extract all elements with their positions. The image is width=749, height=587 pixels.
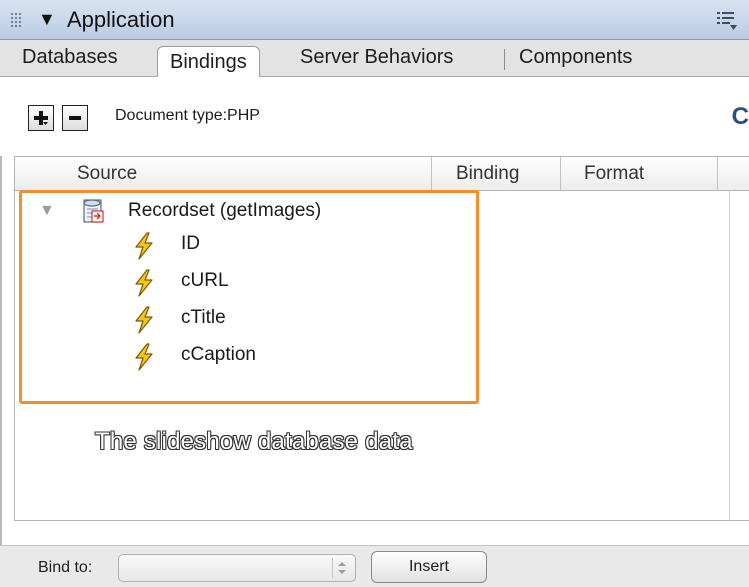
- tab-components[interactable]: Components: [519, 46, 632, 69]
- bindings-toolbar: Document type:PHP C: [0, 77, 749, 156]
- panel-title: Application: [67, 7, 175, 32]
- insert-button[interactable]: Insert: [371, 551, 487, 583]
- tab-bindings[interactable]: Bindings: [157, 46, 260, 78]
- annotation-highlight-box: [19, 190, 479, 404]
- remove-binding-button[interactable]: [62, 105, 88, 131]
- annotation-caption: The slideshow database data: [95, 428, 413, 455]
- add-binding-button[interactable]: [28, 105, 54, 131]
- tab-bar: Databases Bindings Server Behaviors Comp…: [0, 40, 749, 78]
- collapse-triangle-icon[interactable]: ▼: [38, 9, 56, 30]
- tab-separator: [504, 49, 505, 70]
- plus-icon: [34, 111, 48, 125]
- column-format[interactable]: Format: [584, 163, 644, 185]
- column-source[interactable]: Source: [77, 163, 137, 185]
- bind-to-select[interactable]: [118, 554, 356, 582]
- document-type-label: Document type:PHP: [115, 107, 260, 124]
- stepper-arrows-icon: [332, 558, 351, 578]
- minus-icon: [69, 116, 81, 120]
- panel-grip-icon[interactable]: [10, 12, 22, 28]
- column-binding[interactable]: Binding: [456, 163, 519, 185]
- column-separator[interactable]: [717, 157, 718, 190]
- column-separator[interactable]: [431, 157, 432, 190]
- refresh-icon[interactable]: C: [732, 103, 749, 131]
- bind-bar: Bind to: Insert: [0, 545, 749, 587]
- tab-server-behaviors[interactable]: Server Behaviors: [300, 46, 453, 69]
- column-separator[interactable]: [560, 157, 561, 190]
- panel-title-bar[interactable]: ▼ Application: [0, 0, 749, 40]
- table-divider: [729, 191, 730, 521]
- options-menu-icon[interactable]: [715, 9, 739, 31]
- column-header-row: Source Binding Format: [15, 157, 749, 191]
- bind-to-label: Bind to:: [38, 559, 93, 576]
- tab-databases[interactable]: Databases: [22, 46, 118, 69]
